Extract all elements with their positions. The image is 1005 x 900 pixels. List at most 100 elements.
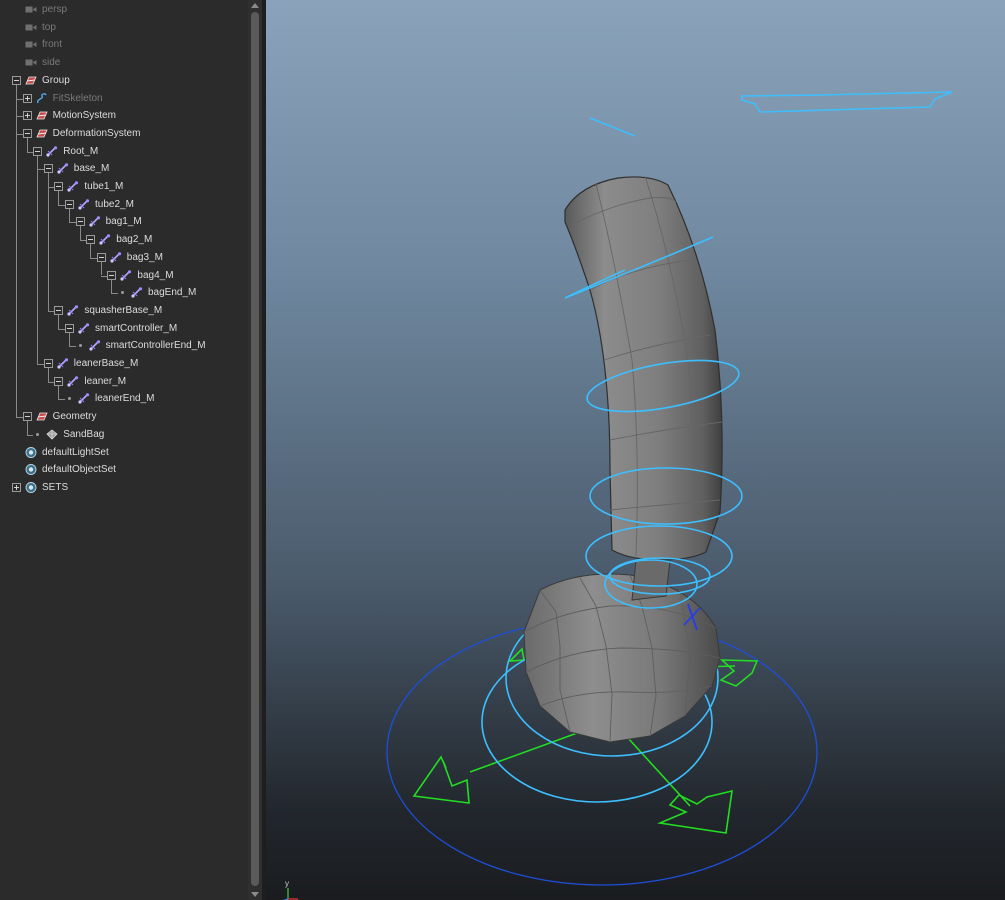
leaner-control-shape [741, 91, 953, 113]
joint-icon [78, 198, 90, 210]
outliner-item-geometry[interactable]: Geometry [0, 408, 246, 425]
scroll-up-arrow-icon[interactable] [251, 3, 259, 8]
outliner-item-label: bag1_M [105, 216, 142, 228]
joint-icon [110, 251, 122, 263]
viewport-scene[interactable]: y [266, 0, 1005, 900]
outliner-item-label: SandBag [63, 428, 105, 440]
outliner-item-side[interactable]: side [0, 54, 246, 71]
collapse-minus-icon[interactable] [54, 376, 64, 386]
outliner-item-label: bagEnd_M [148, 287, 197, 299]
outliner-item-label: MotionSystem [52, 110, 116, 122]
collapse-minus-icon[interactable] [75, 217, 85, 227]
sandbag-base-mesh[interactable] [523, 573, 721, 743]
outliner-item-motionsystem[interactable]: MotionSystem [0, 107, 246, 124]
outliner-item-label: leanerBase_M [73, 358, 139, 369]
outliner-item-bag4-m[interactable]: bag4_M [0, 267, 246, 284]
camera-icon [25, 39, 37, 50]
outliner-item-label: DeformationSystem [52, 127, 141, 139]
outliner-item-bag1-m[interactable]: bag1_M [0, 213, 246, 230]
expand-plus-icon[interactable] [22, 93, 32, 103]
outliner-item-smartcontrollerend-m[interactable]: smartControllerEnd_M [0, 337, 246, 354]
collapse-minus-icon[interactable] [43, 164, 53, 174]
move-arrow-down-icon [657, 789, 733, 834]
outliner-item-label: Geometry [52, 411, 97, 423]
camera-icon [25, 4, 37, 15]
outliner-item-squasherbase-m[interactable]: squasherBase_M [0, 302, 246, 319]
outliner-item-defaultlightset[interactable]: defaultLightSet [0, 444, 246, 461]
outliner-item-bagend-m[interactable]: bagEnd_M [0, 284, 246, 301]
collapse-minus-icon[interactable] [107, 270, 117, 280]
collapse-minus-icon[interactable] [12, 75, 21, 85]
outliner-item-leaner-m[interactable]: leaner_M [0, 373, 246, 390]
collapse-minus-icon[interactable] [33, 146, 43, 156]
leaf-dot-icon [36, 432, 40, 436]
group-icon [35, 411, 48, 422]
outliner-item-tube2-m[interactable]: tube2_M [0, 196, 246, 213]
group-icon [35, 128, 48, 139]
scroll-down-arrow-icon[interactable] [251, 892, 259, 897]
set-icon [25, 446, 37, 458]
outliner-item-smartcontroller-m[interactable]: smartController_M [0, 320, 246, 337]
outliner-item-defaultobjectset[interactable]: defaultObjectSet [0, 461, 246, 478]
outliner-item-leanerend-m[interactable]: leanerEnd_M [0, 390, 246, 407]
expand-plus-icon[interactable] [12, 482, 21, 492]
collapse-minus-icon[interactable] [43, 359, 53, 368]
outliner-item-top[interactable]: top [0, 19, 246, 36]
joint-icon [131, 287, 143, 298]
top-control-curves[interactable] [589, 91, 953, 137]
expand-plus-icon[interactable] [22, 111, 32, 121]
curve-icon [36, 92, 48, 104]
camera-icon [25, 57, 37, 68]
move-arrow-left-icon [412, 755, 470, 804]
camera-icon [25, 22, 37, 33]
outliner-item-sandbag[interactable]: SandBag [0, 426, 246, 443]
outliner-item-label: front [42, 39, 63, 51]
joint-icon [57, 163, 69, 174]
outliner-item-label: top [42, 21, 56, 33]
outliner-item-label: squasherBase_M [84, 304, 163, 316]
outliner-item-tube1-m[interactable]: tube1_M [0, 178, 246, 195]
outliner-item-sets[interactable]: SETS [0, 479, 246, 496]
outliner-item-label: defaultObjectSet [42, 464, 116, 476]
outliner-item-root-m[interactable]: Root_M [0, 143, 246, 160]
collapse-minus-icon[interactable] [22, 412, 32, 422]
collapse-minus-icon[interactable] [54, 305, 64, 315]
collapse-minus-icon[interactable] [54, 182, 64, 191]
set-icon [25, 464, 37, 476]
outliner-item-fitskeleton[interactable]: FitSkeleton [0, 90, 246, 107]
3d-viewport[interactable]: y [266, 0, 1005, 900]
collapse-minus-icon[interactable] [65, 323, 74, 333]
group-icon [35, 110, 48, 121]
outliner-item-bag3-m[interactable]: bag3_M [0, 249, 246, 266]
outliner-item-persp[interactable]: persp [0, 1, 246, 18]
outliner-item-front[interactable]: front [0, 36, 246, 53]
outliner-item-deformationsystem[interactable]: DeformationSystem [0, 125, 246, 142]
axis-label-y: y [285, 879, 289, 888]
collapse-minus-icon[interactable] [96, 252, 106, 262]
outliner-item-label: bag3_M [126, 251, 163, 263]
joint-icon [67, 305, 79, 316]
joint-icon [88, 216, 101, 227]
outliner-item-label: leaner_M [84, 375, 127, 387]
joint-icon [78, 322, 90, 334]
squash-control-line [589, 117, 636, 137]
outliner-item-group[interactable]: Group [0, 72, 246, 89]
scrollbar-thumb[interactable] [251, 12, 259, 886]
joint-icon [78, 393, 90, 404]
joint-icon [67, 375, 79, 387]
move-arrow-right-icon [719, 659, 759, 687]
outliner-item-base-m[interactable]: base_M [0, 160, 246, 177]
collapse-minus-icon[interactable] [65, 199, 74, 209]
outliner-item-label: bag2_M [116, 234, 153, 246]
outliner-item-label: smartControllerEnd_M [105, 340, 206, 352]
collapse-minus-icon[interactable] [22, 128, 32, 138]
outliner-item-label: smartController_M [95, 322, 178, 334]
outliner-scrollbar[interactable] [248, 0, 262, 900]
outliner-item-label: FitSkeleton [52, 92, 103, 104]
collapse-minus-icon[interactable] [86, 235, 96, 245]
leaf-dot-icon [121, 291, 124, 295]
outliner-item-leanerbase-m[interactable]: leanerBase_M [0, 355, 246, 372]
joint-icon [120, 269, 132, 281]
outliner-item-label: tube1_M [84, 181, 124, 192]
outliner-item-bag2-m[interactable]: bag2_M [0, 231, 246, 248]
